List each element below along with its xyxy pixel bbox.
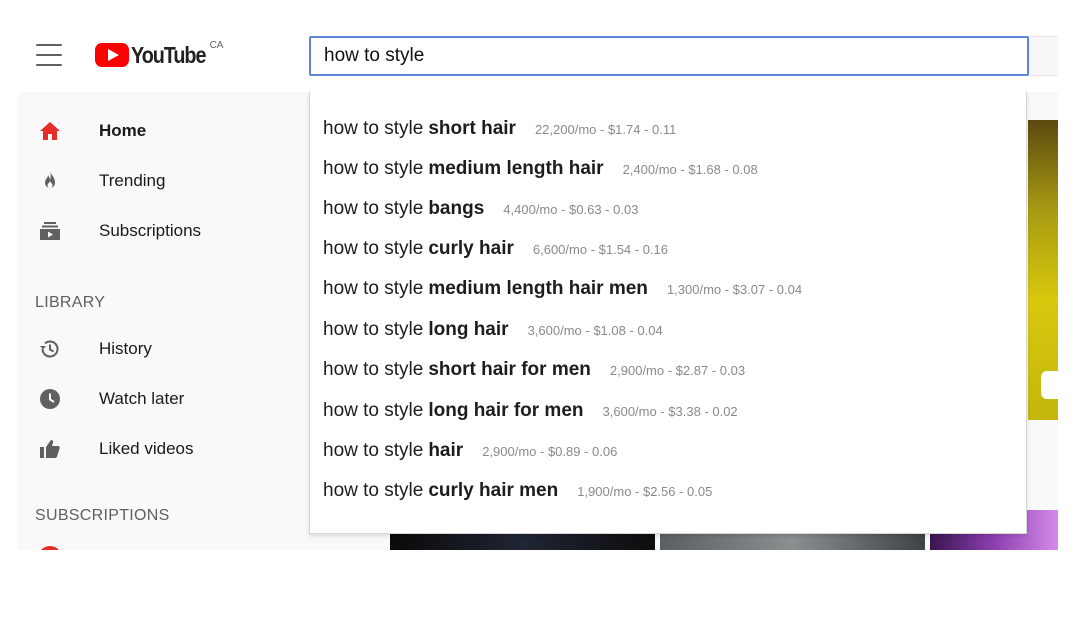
suggestion-completion: long hair bbox=[428, 319, 509, 340]
suggestion-completion: curly hair bbox=[428, 238, 514, 259]
sidebar-item-label: Subscriptions bbox=[99, 221, 202, 240]
sidebar-item-label: History bbox=[99, 339, 152, 358]
search-input[interactable] bbox=[324, 45, 1027, 67]
keyword-stats: 2,400/mo - $1.68 - 0.08 bbox=[622, 161, 758, 177]
suggestion-typed-text: how to style bbox=[323, 359, 424, 380]
suggestion-typed-text: how to style bbox=[323, 198, 424, 219]
history-icon bbox=[38, 337, 62, 361]
region-code: CA bbox=[209, 40, 224, 51]
search-suggestions-dropdown: how to style short hair 22,200/mo - $1.7… bbox=[309, 92, 1027, 534]
suggestion-item[interactable]: how to style medium length hair men 1,30… bbox=[310, 269, 1026, 309]
youtube-logo[interactable]: YouTube CA bbox=[95, 38, 223, 69]
suggestion-completion: bangs bbox=[428, 198, 485, 219]
sidebar-item-label: Trending bbox=[99, 171, 166, 190]
suggestion-typed-text: how to style bbox=[323, 400, 424, 421]
suggestion-completion: short hair for men bbox=[428, 359, 591, 380]
suggestion-item[interactable]: how to style long hair for men 3,600/mo … bbox=[310, 391, 1026, 431]
keyword-stats: 2,900/mo - $2.87 - 0.03 bbox=[609, 362, 746, 378]
keyword-stats: 1,300/mo - $3.07 - 0.04 bbox=[666, 281, 803, 297]
search-box[interactable] bbox=[309, 36, 1029, 76]
scroll-arrow-button[interactable] bbox=[1041, 371, 1058, 399]
library-heading: LIBRARY bbox=[35, 294, 106, 311]
suggestion-completion: medium length hair men bbox=[428, 278, 648, 299]
logo-text: YouTube bbox=[131, 42, 206, 68]
suggestion-item[interactable]: how to style bangs 4,400/mo - $0.63 - 0.… bbox=[310, 189, 1026, 229]
hamburger-menu-icon[interactable] bbox=[36, 44, 62, 66]
sidebar-item-label: Liked videos bbox=[99, 439, 194, 458]
keyword-stats: 2,900/mo - $0.89 - 0.06 bbox=[482, 443, 618, 459]
home-icon bbox=[38, 119, 62, 143]
sidebar-item-watch-later[interactable]: Watch later bbox=[18, 379, 308, 419]
suggestion-typed-text: how to style bbox=[323, 319, 424, 340]
suggestion-typed-text: how to style bbox=[323, 118, 424, 139]
subscriptions-icon bbox=[38, 219, 62, 243]
keyword-stats: 3,600/mo - $1.08 - 0.04 bbox=[527, 322, 663, 338]
suggestion-typed-text: how to style bbox=[323, 440, 424, 461]
sidebar-item-history[interactable]: History bbox=[18, 329, 308, 369]
suggestion-typed-text: how to style bbox=[323, 238, 424, 259]
suggestion-completion: long hair for men bbox=[428, 400, 584, 421]
keyword-stats: 4,400/mo - $0.63 - 0.03 bbox=[503, 201, 639, 217]
suggestion-completion: curly hair men bbox=[428, 480, 559, 501]
sidebar-item-label: Home bbox=[99, 121, 147, 140]
sidebar-item-subscriptions[interactable]: Subscriptions bbox=[18, 211, 308, 251]
sidebar-item-label: Watch later bbox=[99, 389, 185, 408]
suggestion-item[interactable]: how to style hair 2,900/mo - $0.89 - 0.0… bbox=[310, 431, 1026, 471]
suggestion-completion: hair bbox=[428, 440, 464, 461]
keyword-stats: 1,900/mo - $2.56 - 0.05 bbox=[577, 483, 713, 499]
masthead: YouTube CA bbox=[18, 0, 1058, 92]
flame-icon bbox=[38, 169, 62, 193]
sidebar-item-liked-videos[interactable]: Liked videos bbox=[18, 429, 308, 469]
suggestion-completion: medium length hair bbox=[428, 158, 604, 179]
clock-icon bbox=[38, 387, 62, 411]
youtube-play-icon bbox=[95, 43, 129, 67]
sidebar: Home Trending Subscriptions LIBRARY Hist… bbox=[18, 92, 308, 550]
suggestion-item[interactable]: how to style short hair 22,200/mo - $1.7… bbox=[310, 109, 1026, 149]
suggestion-completion: short hair bbox=[428, 118, 516, 139]
suggestion-item[interactable]: how to style long hair 3,600/mo - $1.08 … bbox=[310, 310, 1026, 350]
suggestion-item[interactable]: how to style curly hair 6,600/mo - $1.54… bbox=[310, 229, 1026, 269]
sidebar-item-home[interactable]: Home bbox=[18, 111, 308, 151]
sidebar-item-trending[interactable]: Trending bbox=[18, 161, 308, 201]
suggestion-item[interactable]: how to style curly hair men 1,900/mo - $… bbox=[310, 471, 1026, 511]
search-button[interactable] bbox=[1029, 36, 1058, 76]
channel-avatar[interactable] bbox=[38, 546, 62, 550]
suggestion-typed-text: how to style bbox=[323, 158, 424, 179]
suggestion-item[interactable]: how to style short hair for men 2,900/mo… bbox=[310, 350, 1026, 390]
keyword-stats: 6,600/mo - $1.54 - 0.16 bbox=[532, 241, 669, 257]
suggestion-typed-text: how to style bbox=[323, 278, 424, 299]
suggestion-item[interactable]: how to style medium length hair 2,400/mo… bbox=[310, 149, 1026, 189]
keyword-stats: 3,600/mo - $3.38 - 0.02 bbox=[602, 403, 738, 419]
app-frame: YouTube CA Home Trending Subscriptions bbox=[18, 0, 1058, 550]
thumbs-up-icon bbox=[38, 437, 62, 461]
keyword-stats: 22,200/mo - $1.74 - 0.11 bbox=[534, 121, 677, 137]
suggestion-typed-text: how to style bbox=[323, 480, 424, 501]
subscriptions-heading: SUBSCRIPTIONS bbox=[35, 507, 170, 524]
